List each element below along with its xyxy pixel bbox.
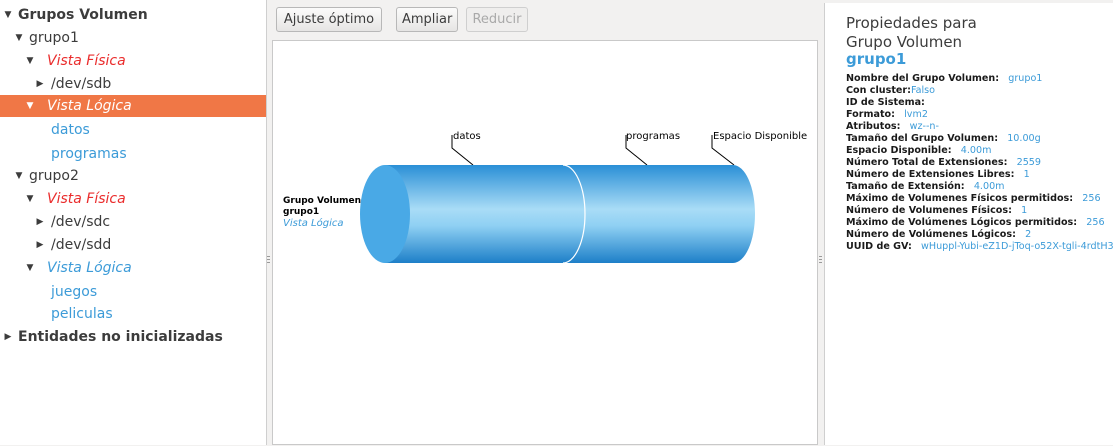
property-row: Número de Volúmenes Lógicos: 2 [846, 229, 1031, 241]
segment-label-programas[interactable]: programas [626, 131, 680, 142]
expander-collapsed-icon[interactable]: ▶ [35, 211, 45, 233]
property-value: Falso [910, 85, 936, 96]
expander-collapsed-icon[interactable]: ▶ [35, 234, 45, 256]
volume-tree[interactable]: ▼ Grupos Volumen ▼ grupo1 ▼ Vista Física… [0, 0, 267, 445]
expander-expanded-icon[interactable]: ▼ [25, 95, 35, 117]
tree-label: Entidades no inicializadas [18, 329, 223, 345]
properties-title-line1: Propiedades para [846, 14, 977, 32]
tree-label: /dev/sdc [51, 214, 111, 230]
property-value: 4.00m [973, 181, 1005, 192]
property-key: Número de Extensiones Libres: [846, 169, 1015, 180]
tree-label: peliculas [51, 306, 113, 322]
property-key: Máximo de Volúmenes Lógicos permitidos: [846, 217, 1078, 228]
left-pane-splitter-handle[interactable] [267, 256, 270, 264]
tree-label: Grupos Volumen [18, 7, 148, 23]
property-row: Tamaño de Extensión: 4.00m [846, 181, 1005, 193]
property-row: Número de Extensiones Libres: 1 [846, 169, 1030, 181]
properties-panel: Propiedades para Grupo Volumen grupo1 No… [824, 3, 1113, 445]
expander-expanded-icon[interactable]: ▼ [14, 27, 24, 49]
expander-collapsed-icon[interactable]: ▶ [35, 73, 45, 95]
best-fit-button[interactable]: Ajuste óptimo [276, 7, 382, 32]
volume-cylinder-diagram [360, 135, 755, 264]
zoom-in-button[interactable]: Ampliar [396, 7, 458, 32]
property-value: 4.00m [960, 145, 992, 156]
property-row: Atributos: wz--n- [846, 121, 939, 133]
property-value: 2559 [1016, 157, 1042, 168]
expander-expanded-icon[interactable]: ▼ [25, 50, 35, 72]
property-key: Espacio Disponible: [846, 145, 952, 156]
property-key: Tamaño del Grupo Volumen: [846, 133, 999, 144]
tree-label: /dev/sdb [51, 76, 112, 92]
segment-label-datos[interactable]: datos [453, 131, 481, 142]
expander-expanded-icon[interactable]: ▼ [25, 188, 35, 210]
property-key: Con cluster: [846, 85, 911, 96]
diagram-vg-label: Grupo Volumen [283, 196, 362, 206]
property-value: 1 [1021, 205, 1028, 216]
tree-node-grupo1-logical-view[interactable]: ▼ Vista Lógica [0, 95, 266, 117]
property-row: ID de Sistema: [846, 97, 925, 109]
property-value: 2 [1025, 229, 1032, 240]
property-key: Atributos: [846, 121, 901, 132]
zoom-out-button: Reducir [466, 7, 528, 32]
property-value: 256 [1086, 217, 1105, 228]
property-row: Máximo de Volumenes Físicos permitidos: … [846, 193, 1101, 205]
tree-label: Vista Física [47, 191, 126, 207]
diagram-vg-name: grupo1 [283, 207, 320, 217]
tree-label: juegos [51, 284, 98, 300]
expander-collapsed-icon[interactable]: ▶ [3, 326, 13, 348]
volume-cylinder-body[interactable] [385, 165, 755, 263]
diagram-view-label: Vista Lógica [283, 218, 344, 229]
property-row: Número de Volumenes Físicos: 1 [846, 205, 1027, 217]
property-row: Nombre del Grupo Volumen: grupo1 [846, 73, 1042, 85]
property-row: Espacio Disponible: 4.00m [846, 145, 991, 157]
expander-expanded-icon[interactable]: ▼ [3, 4, 13, 26]
property-key: Número de Volumenes Físicos: [846, 205, 1012, 216]
volume-diagram-canvas[interactable]: Grupo Volumen grupo1 Vista Lógica datos … [272, 40, 818, 445]
tree-label: grupo1 [29, 30, 79, 46]
property-row: Máximo de Volúmenes Lógicos permitidos: … [846, 217, 1105, 229]
expander-expanded-icon[interactable]: ▼ [14, 165, 24, 187]
property-row: Con cluster:Falso [846, 85, 935, 97]
property-value: 256 [1082, 193, 1101, 204]
property-key: Número Total de Extensiones: [846, 157, 1008, 168]
properties-vg-name: grupo1 [846, 50, 907, 68]
property-value: 10.00g [1007, 133, 1041, 144]
property-value: wHuppl-Yubi-eZ1D-jToq-o52X-tgli-4rdtH3 [921, 241, 1113, 252]
tree-label: Vista Física [47, 53, 126, 69]
expander-expanded-icon[interactable]: ▼ [25, 257, 35, 279]
tree-label: Vista Lógica [47, 260, 132, 276]
property-value: 1 [1023, 169, 1030, 180]
property-key: Número de Volúmenes Lógicos: [846, 229, 1016, 240]
property-key: Tamaño de Extensión: [846, 181, 965, 192]
property-key: Nombre del Grupo Volumen: [846, 73, 1000, 84]
property-value: lvm2 [904, 109, 928, 120]
tree-label: grupo2 [29, 168, 79, 184]
property-value: wz--n- [909, 121, 939, 132]
property-key: UUID de GV: [846, 241, 912, 252]
tree-label: /dev/sdd [51, 237, 112, 253]
tree-label: datos [51, 122, 90, 138]
property-value: grupo1 [1008, 73, 1043, 84]
property-key: ID de Sistema: [846, 97, 925, 108]
property-row: Tamaño del Grupo Volumen: 10.00g [846, 133, 1041, 145]
cylinder-end-cap [360, 165, 410, 263]
tree-label: programas [51, 146, 127, 162]
property-row: Número Total de Extensiones: 2559 [846, 157, 1041, 169]
segment-label-free-space[interactable]: Espacio Disponible [713, 131, 807, 142]
properties-title-line2: Grupo Volumen [846, 33, 963, 51]
right-pane-splitter-handle[interactable] [819, 256, 822, 264]
property-key: Máximo de Volumenes Físicos permitidos: [846, 193, 1074, 204]
tree-label: Vista Lógica [47, 98, 132, 114]
property-key: Formato: [846, 109, 895, 120]
property-row: UUID de GV: wHuppl-Yubi-eZ1D-jToq-o52X-t… [846, 241, 1113, 253]
property-row: Formato: lvm2 [846, 109, 928, 121]
